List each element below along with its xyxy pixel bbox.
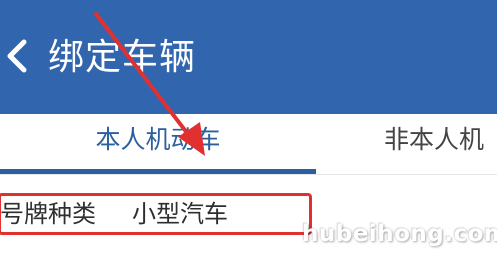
divider xyxy=(0,174,497,175)
annotation-highlight-box xyxy=(0,193,312,235)
chevron-left-icon[interactable] xyxy=(4,38,32,74)
tab-bar: 本人机动车 非本人机 xyxy=(0,114,497,174)
watermark: hubeihong.com xyxy=(302,221,497,247)
tab-other-vehicle[interactable]: 非本人机 xyxy=(384,114,497,170)
app-bar: 绑定车辆 xyxy=(0,0,497,114)
tab-own-vehicle[interactable]: 本人机动车 xyxy=(0,114,316,170)
page-title: 绑定车辆 xyxy=(48,37,197,78)
